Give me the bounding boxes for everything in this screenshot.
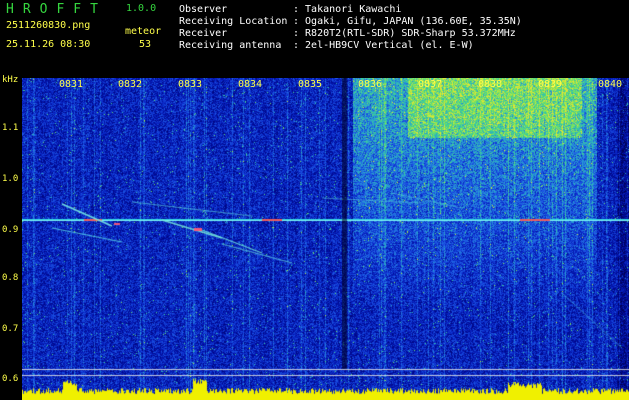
x-tick-label: 0834 (238, 79, 263, 90)
info-value-receiver: : R820T2(RTL-SDR) SDR-Sharp 53.372MHz (293, 28, 516, 39)
y-unit-label: kHz (2, 75, 19, 85)
x-tick-label: 0835 (298, 79, 323, 90)
spectrogram-plot (22, 78, 629, 400)
app-version: 1.0.0 (126, 3, 157, 14)
count-type: meteor (125, 26, 162, 37)
x-tick-label: 0832 (118, 79, 143, 90)
hrofft-window: HROFFT 1.0.0 2511260830.png meteor 25.11… (0, 0, 629, 400)
spectrogram-image (22, 78, 629, 400)
y-tick-label: 0.9 (2, 225, 19, 235)
x-tick-label: 0836 (358, 79, 383, 90)
meteor-count: 53 (139, 39, 152, 50)
x-tick-label: 0840 (598, 79, 623, 90)
x-tick-label: 0839 (538, 79, 563, 90)
x-tick-label: 0838 (478, 79, 503, 90)
info-label-location: Receiving Location (179, 16, 288, 27)
x-tick-label: 0837 (418, 79, 443, 90)
y-tick-label: 1.0 (2, 174, 19, 184)
file-name: 2511260830.png (6, 20, 91, 31)
info-label-observer: Observer (179, 4, 228, 15)
app-logo: HROFFT (6, 2, 107, 17)
info-value-location: : Ogaki, Gifu, JAPAN (136.60E, 35.35N) (293, 16, 522, 27)
x-tick-label: 0833 (178, 79, 203, 90)
y-tick-label: 1.1 (2, 123, 19, 133)
y-tick-label: 0.6 (2, 374, 19, 384)
info-label-receiver: Receiver (179, 28, 228, 39)
y-tick-label: 0.7 (2, 324, 19, 334)
x-tick-label: 0831 (59, 79, 84, 90)
y-tick-label: 0.8 (2, 273, 19, 283)
capture-datetime: 25.11.26 08:30 (6, 39, 91, 50)
info-label-antenna: Receiving antenna (179, 40, 282, 51)
info-value-observer: : Takanori Kawachi (293, 4, 402, 15)
info-value-antenna: : 2el-HB9CV Vertical (el. E-W) (293, 40, 474, 51)
